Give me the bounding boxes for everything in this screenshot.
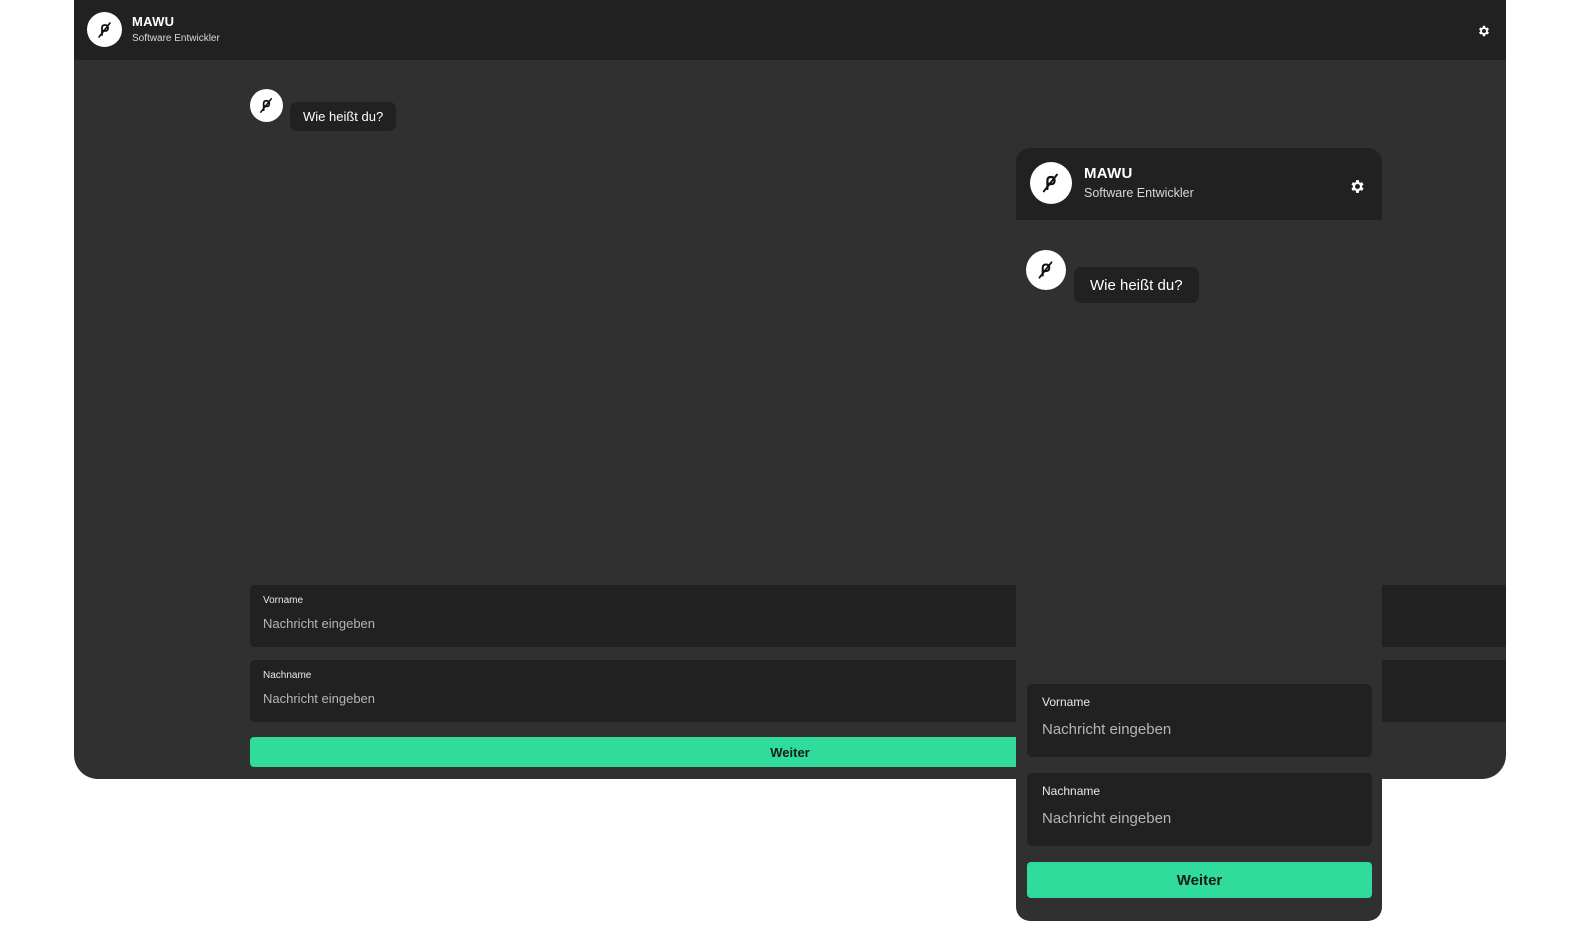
last-name-label: Nachname	[263, 670, 312, 681]
first-name-input[interactable]	[263, 616, 863, 631]
last-name-label: Nachname	[1042, 784, 1101, 798]
bot-avatar-icon	[1026, 250, 1066, 290]
app-subtitle: Software Entwickler	[1084, 186, 1194, 200]
last-name-field[interactable]: Nachname	[1027, 773, 1372, 846]
app-title: MAWU	[1084, 165, 1133, 182]
first-name-label: Vorname	[1042, 695, 1091, 709]
first-name-input[interactable]	[1042, 721, 1352, 738]
mobile-chat-window: MAWU Software Entwickler Wie heißt du? V…	[1016, 148, 1382, 921]
last-name-input[interactable]	[1042, 810, 1352, 827]
logo-icon	[87, 12, 122, 47]
first-name-label: Vorname	[263, 595, 304, 606]
last-name-input[interactable]	[263, 691, 863, 706]
app-subtitle: Software Entwickler	[132, 33, 220, 44]
gear-icon[interactable]	[1476, 23, 1492, 39]
bot-message-bubble: Wie heißt du?	[290, 102, 397, 131]
gear-icon[interactable]	[1348, 177, 1366, 195]
bot-avatar-icon	[250, 89, 283, 122]
first-name-field[interactable]: Vorname	[1027, 684, 1372, 757]
continue-button[interactable]: Weiter	[1027, 862, 1372, 898]
app-header: MAWU Software Entwickler	[74, 0, 1506, 60]
logo-icon	[1030, 162, 1072, 204]
app-title: MAWU	[132, 14, 175, 29]
bot-message-bubble: Wie heißt du?	[1074, 267, 1199, 303]
mobile-app-header: MAWU Software Entwickler	[1016, 148, 1382, 220]
